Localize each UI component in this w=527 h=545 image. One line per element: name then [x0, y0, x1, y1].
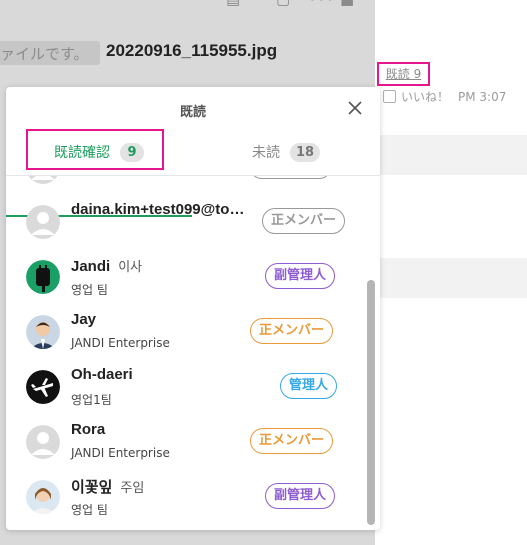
- member-name: Jandi 이사: [71, 256, 142, 275]
- avatar: [26, 315, 60, 349]
- role-badge: 管理人: [280, 373, 338, 399]
- role-badge: 正メンバー: [262, 208, 346, 234]
- message-time: PM 3:07: [458, 90, 507, 104]
- member-name: Rora: [71, 421, 106, 438]
- member-name: Jay: [71, 311, 97, 328]
- read-tabs: 既読確認 9 未読 18: [6, 129, 380, 217]
- read-receipt-popup: 既読 既読確認 9 未読 18 正メンバー: [6, 87, 380, 530]
- role-badge: 正メンバー: [250, 318, 334, 344]
- member-list: 正メンバー daina.kim+test099@to… 正メンバー Jandi 이…: [6, 176, 380, 530]
- scrollbar-thumb[interactable]: [367, 280, 375, 525]
- member-title: 주임: [120, 480, 145, 495]
- member-name: daina.kim+test099@to…: [71, 201, 245, 218]
- role-badge: 正メンバー: [250, 428, 334, 454]
- tab-read[interactable]: 既読確認 9: [6, 129, 192, 175]
- avatar: [26, 260, 60, 294]
- tab-read-count: 9: [120, 142, 144, 162]
- comment-icon[interactable]: ▤: [226, 0, 240, 7]
- close-icon[interactable]: [346, 99, 364, 117]
- popup-title: 既読: [179, 105, 206, 120]
- tab-read-label: 既読確認: [54, 145, 110, 161]
- read-count-link[interactable]: 既読 9: [377, 62, 430, 86]
- member-name: 이꽃잎 주임: [71, 476, 144, 497]
- chat-row-highlight: [375, 135, 527, 175]
- member-team: JANDI Enterprise: [71, 336, 170, 350]
- member-name: Oh-daeri: [71, 366, 133, 383]
- member-team: JANDI Enterprise: [71, 446, 170, 460]
- avatar: [26, 205, 60, 239]
- avatar: [26, 425, 60, 459]
- message-actions: ▤ ▢ ••• ■: [222, 0, 362, 10]
- file-name[interactable]: 20220916_115955.jpg: [106, 41, 277, 61]
- list-item[interactable]: 正メンバー: [6, 176, 380, 195]
- share-icon[interactable]: ▢: [276, 0, 290, 7]
- role-badge: 副管理人: [265, 483, 336, 509]
- member-team: 영업 팀: [71, 283, 108, 297]
- tab-unread[interactable]: 未読 18: [192, 129, 380, 175]
- thumbs-up-icon[interactable]: [383, 90, 396, 103]
- list-item[interactable]: Jandi 이사 영업 팀 副管理人: [6, 250, 380, 305]
- role-badge: 正メンバー: [249, 176, 333, 179]
- chat-row-highlight: [375, 258, 527, 298]
- like-row: いいね！ PM 3:07: [383, 88, 506, 105]
- member-name-text: Jandi: [71, 258, 111, 275]
- list-item[interactable]: Jay JANDI Enterprise 正メンバー: [6, 305, 380, 360]
- bookmark-icon[interactable]: ■: [340, 0, 354, 7]
- avatar: [26, 370, 60, 404]
- member-name-text: 이꽃잎: [71, 479, 113, 496]
- scrollbar[interactable]: [367, 176, 375, 530]
- list-item[interactable]: Oh-daeri 영업1팀 管理人: [6, 360, 380, 415]
- member-team: 영업 팀: [71, 503, 108, 517]
- more-icon[interactable]: •••: [308, 0, 335, 7]
- tab-unread-label: 未読: [251, 145, 280, 161]
- list-item[interactable]: daina.kim+test099@to… 正メンバー: [6, 195, 380, 250]
- list-item[interactable]: 이꽃잎 주임 영업 팀 副管理人: [6, 470, 380, 525]
- tab-unread-count: 18: [289, 142, 321, 162]
- message-text: ァイルです。: [0, 45, 89, 63]
- avatar: [26, 480, 60, 514]
- list-item[interactable]: Rora JANDI Enterprise 正メンバー: [6, 415, 380, 470]
- avatar: [26, 176, 60, 184]
- member-team: 영업1팀: [71, 393, 112, 407]
- member-title: 이사: [118, 259, 143, 274]
- role-badge: 副管理人: [265, 263, 336, 289]
- like-label[interactable]: いいね！: [401, 90, 449, 104]
